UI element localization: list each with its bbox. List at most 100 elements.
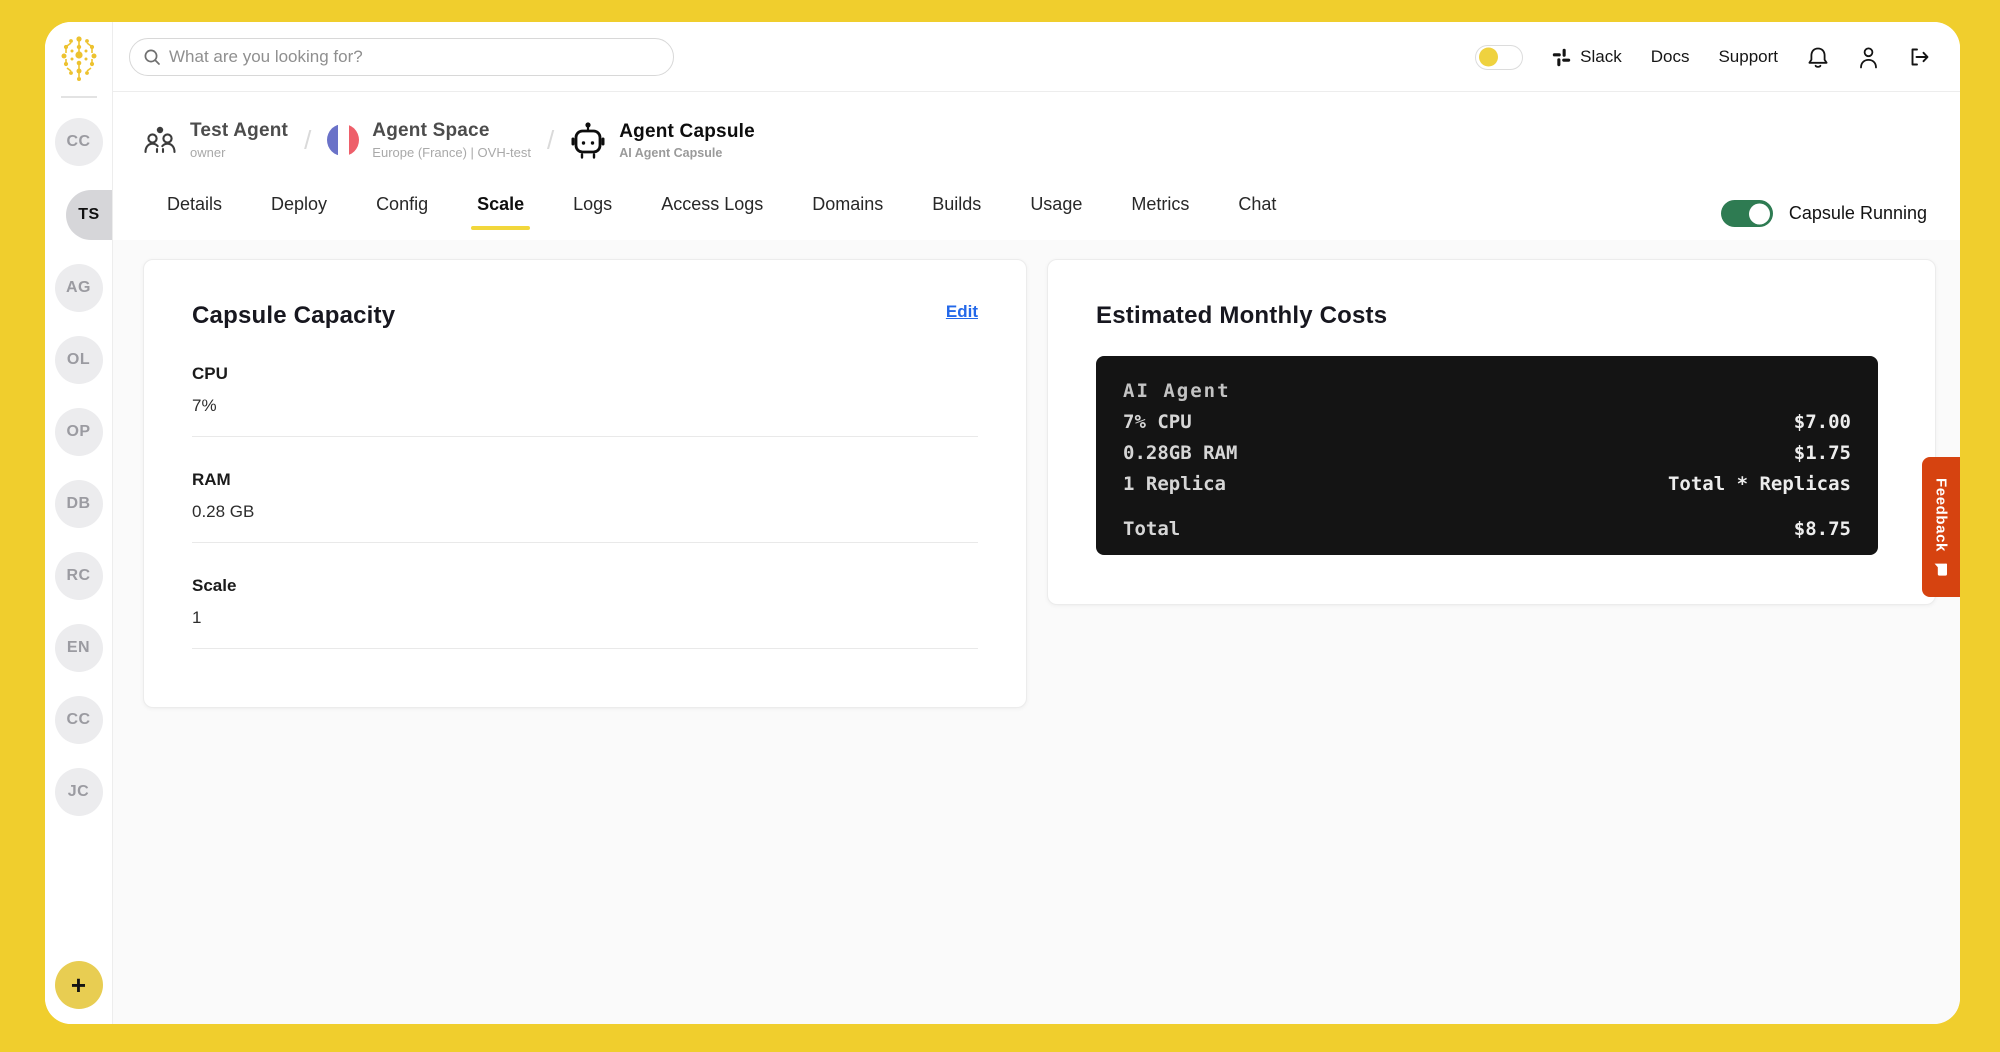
add-workspace-button[interactable]: +	[55, 961, 103, 1009]
edit-capacity-link[interactable]: Edit	[946, 302, 978, 322]
capsule-running-label: Capsule Running	[1789, 203, 1927, 224]
capsule-running-toggle-knob	[1749, 203, 1770, 224]
cpu-label: CPU	[192, 364, 978, 384]
workspace-avatar[interactable]: EN	[55, 624, 103, 672]
scale-value: 1	[192, 608, 978, 628]
row-divider	[192, 436, 978, 437]
capsule-tabs: Details Deploy Config Scale Logs Access …	[167, 194, 1276, 230]
capsule-capacity-card: Capsule Capacity Edit CPU 7% RAM 0.28 GB	[143, 259, 1027, 708]
search-icon	[143, 48, 161, 66]
tab-access-logs[interactable]: Access Logs	[661, 194, 763, 230]
row-divider	[192, 542, 978, 543]
workspace-avatar[interactable]: CC	[55, 118, 103, 166]
chat-bubble-icon	[1934, 562, 1948, 576]
slack-link[interactable]: Slack	[1552, 47, 1622, 67]
workspace-avatar[interactable]: CC	[55, 696, 103, 744]
global-search[interactable]	[129, 38, 674, 76]
france-flag-icon	[327, 124, 359, 156]
tab-domains[interactable]: Domains	[812, 194, 883, 230]
logout-button[interactable]	[1908, 47, 1930, 67]
topbar-actions: Slack Docs Support	[1475, 22, 1930, 92]
cost-replica-label: 1 Replica	[1123, 473, 1226, 495]
breadcrumb-hub[interactable]: Test Agent owner	[143, 120, 288, 160]
monthly-costs-card: Estimated Monthly Costs AI Agent 7% CPU …	[1047, 259, 1936, 605]
slack-icon	[1552, 48, 1571, 67]
search-input[interactable]	[169, 47, 660, 67]
cost-ram-value: $1.75	[1794, 442, 1851, 464]
workspace-avatar[interactable]: JC	[55, 768, 103, 816]
tab-logs[interactable]: Logs	[573, 194, 612, 230]
logout-icon	[1908, 47, 1930, 67]
main-area: Slack Docs Support	[113, 22, 1960, 1024]
feedback-label: Feedback	[1933, 478, 1950, 552]
cost-replica-value: Total * Replicas	[1668, 473, 1851, 495]
workspace-avatar[interactable]: DB	[55, 480, 103, 528]
tab-builds[interactable]: Builds	[932, 194, 981, 230]
workspace-avatar-active[interactable]: TS	[66, 190, 112, 240]
cost-row-ram: 0.28GB RAM $1.75	[1123, 442, 1851, 464]
breadcrumb-capsule-subtitle: AI Agent Capsule	[619, 146, 755, 160]
workspace-avatar[interactable]: OL	[55, 336, 103, 384]
support-link[interactable]: Support	[1718, 47, 1778, 67]
capacity-row-cpu: CPU 7%	[192, 364, 978, 437]
ram-label: RAM	[192, 470, 978, 490]
sidebar: CC TS AG OL OP DB RC EN CC JC +	[45, 22, 113, 1024]
breadcrumb-environment[interactable]: Agent Space Europe (France) | OVH-test	[327, 120, 531, 160]
row-divider	[192, 648, 978, 649]
notifications-button[interactable]	[1807, 46, 1829, 69]
cpu-value: 7%	[192, 396, 978, 416]
theme-toggle-knob	[1479, 48, 1498, 67]
capacity-row-ram: RAM 0.28 GB	[192, 470, 978, 543]
cost-cpu-value: $7.00	[1794, 411, 1851, 433]
tab-details[interactable]: Details	[167, 194, 222, 230]
cost-row-cpu: 7% CPU $7.00	[1123, 411, 1851, 433]
tab-config[interactable]: Config	[376, 194, 428, 230]
docs-label: Docs	[1651, 47, 1690, 67]
support-label: Support	[1718, 47, 1778, 67]
scale-label: Scale	[192, 576, 978, 596]
cost-row-replica: 1 Replica Total * Replicas	[1123, 473, 1851, 495]
theme-toggle[interactable]	[1475, 45, 1523, 70]
breadcrumb: Test Agent owner / Agent Space Europe (F…	[143, 120, 755, 160]
costs-card-title: Estimated Monthly Costs	[1096, 302, 1387, 330]
cost-ram-label: 0.28GB RAM	[1123, 442, 1237, 464]
breadcrumb-separator: /	[304, 125, 311, 156]
workspace-avatar[interactable]: AG	[55, 264, 103, 312]
cost-breakdown-panel: AI Agent 7% CPU $7.00 0.28GB RAM $1.75 1…	[1096, 356, 1878, 555]
tab-deploy[interactable]: Deploy	[271, 194, 327, 230]
brand-logo-icon[interactable]	[57, 34, 101, 87]
user-icon	[1858, 46, 1879, 69]
cost-row-total: Total $8.75	[1123, 518, 1851, 540]
breadcrumb-hub-title: Test Agent	[190, 120, 288, 142]
cost-total-value: $8.75	[1794, 518, 1851, 540]
topbar: Slack Docs Support	[113, 22, 1960, 92]
tab-usage[interactable]: Usage	[1030, 194, 1082, 230]
breadcrumb-hub-subtitle: owner	[190, 145, 288, 160]
tab-metrics[interactable]: Metrics	[1131, 194, 1189, 230]
cost-cpu-label: 7% CPU	[1123, 411, 1192, 433]
feedback-button[interactable]: Feedback	[1922, 457, 1960, 597]
content-area: Capsule Capacity Edit CPU 7% RAM 0.28 GB	[113, 240, 1960, 1024]
cost-total-label: Total	[1123, 518, 1180, 540]
docs-link[interactable]: Docs	[1651, 47, 1690, 67]
cost-panel-header: AI Agent	[1123, 380, 1851, 402]
breadcrumb-environment-subtitle: Europe (France) | OVH-test	[372, 145, 531, 160]
workspace-avatar[interactable]: RC	[55, 552, 103, 600]
ram-value: 0.28 GB	[192, 502, 978, 522]
bell-icon	[1807, 46, 1829, 69]
breadcrumb-capsule[interactable]: Agent Capsule AI Agent Capsule	[570, 121, 755, 160]
slack-label: Slack	[1580, 47, 1622, 67]
breadcrumb-environment-title: Agent Space	[372, 120, 531, 142]
workspace-avatar-list: CC TS AG OL OP DB RC EN CC JC	[45, 118, 112, 816]
team-icon	[143, 123, 177, 157]
account-button[interactable]	[1858, 46, 1879, 69]
workspace-avatar[interactable]: OP	[55, 408, 103, 456]
capsule-running-toggle[interactable]	[1721, 200, 1773, 227]
app-window: CC TS AG OL OP DB RC EN CC JC +	[45, 22, 1960, 1024]
tab-chat[interactable]: Chat	[1238, 194, 1276, 230]
tab-scale[interactable]: Scale	[477, 194, 524, 230]
sidebar-divider	[61, 96, 97, 98]
capacity-card-title: Capsule Capacity	[192, 302, 395, 330]
capacity-rows: CPU 7% RAM 0.28 GB Scale 1	[144, 330, 1026, 649]
breadcrumb-capsule-title: Agent Capsule	[619, 121, 755, 143]
